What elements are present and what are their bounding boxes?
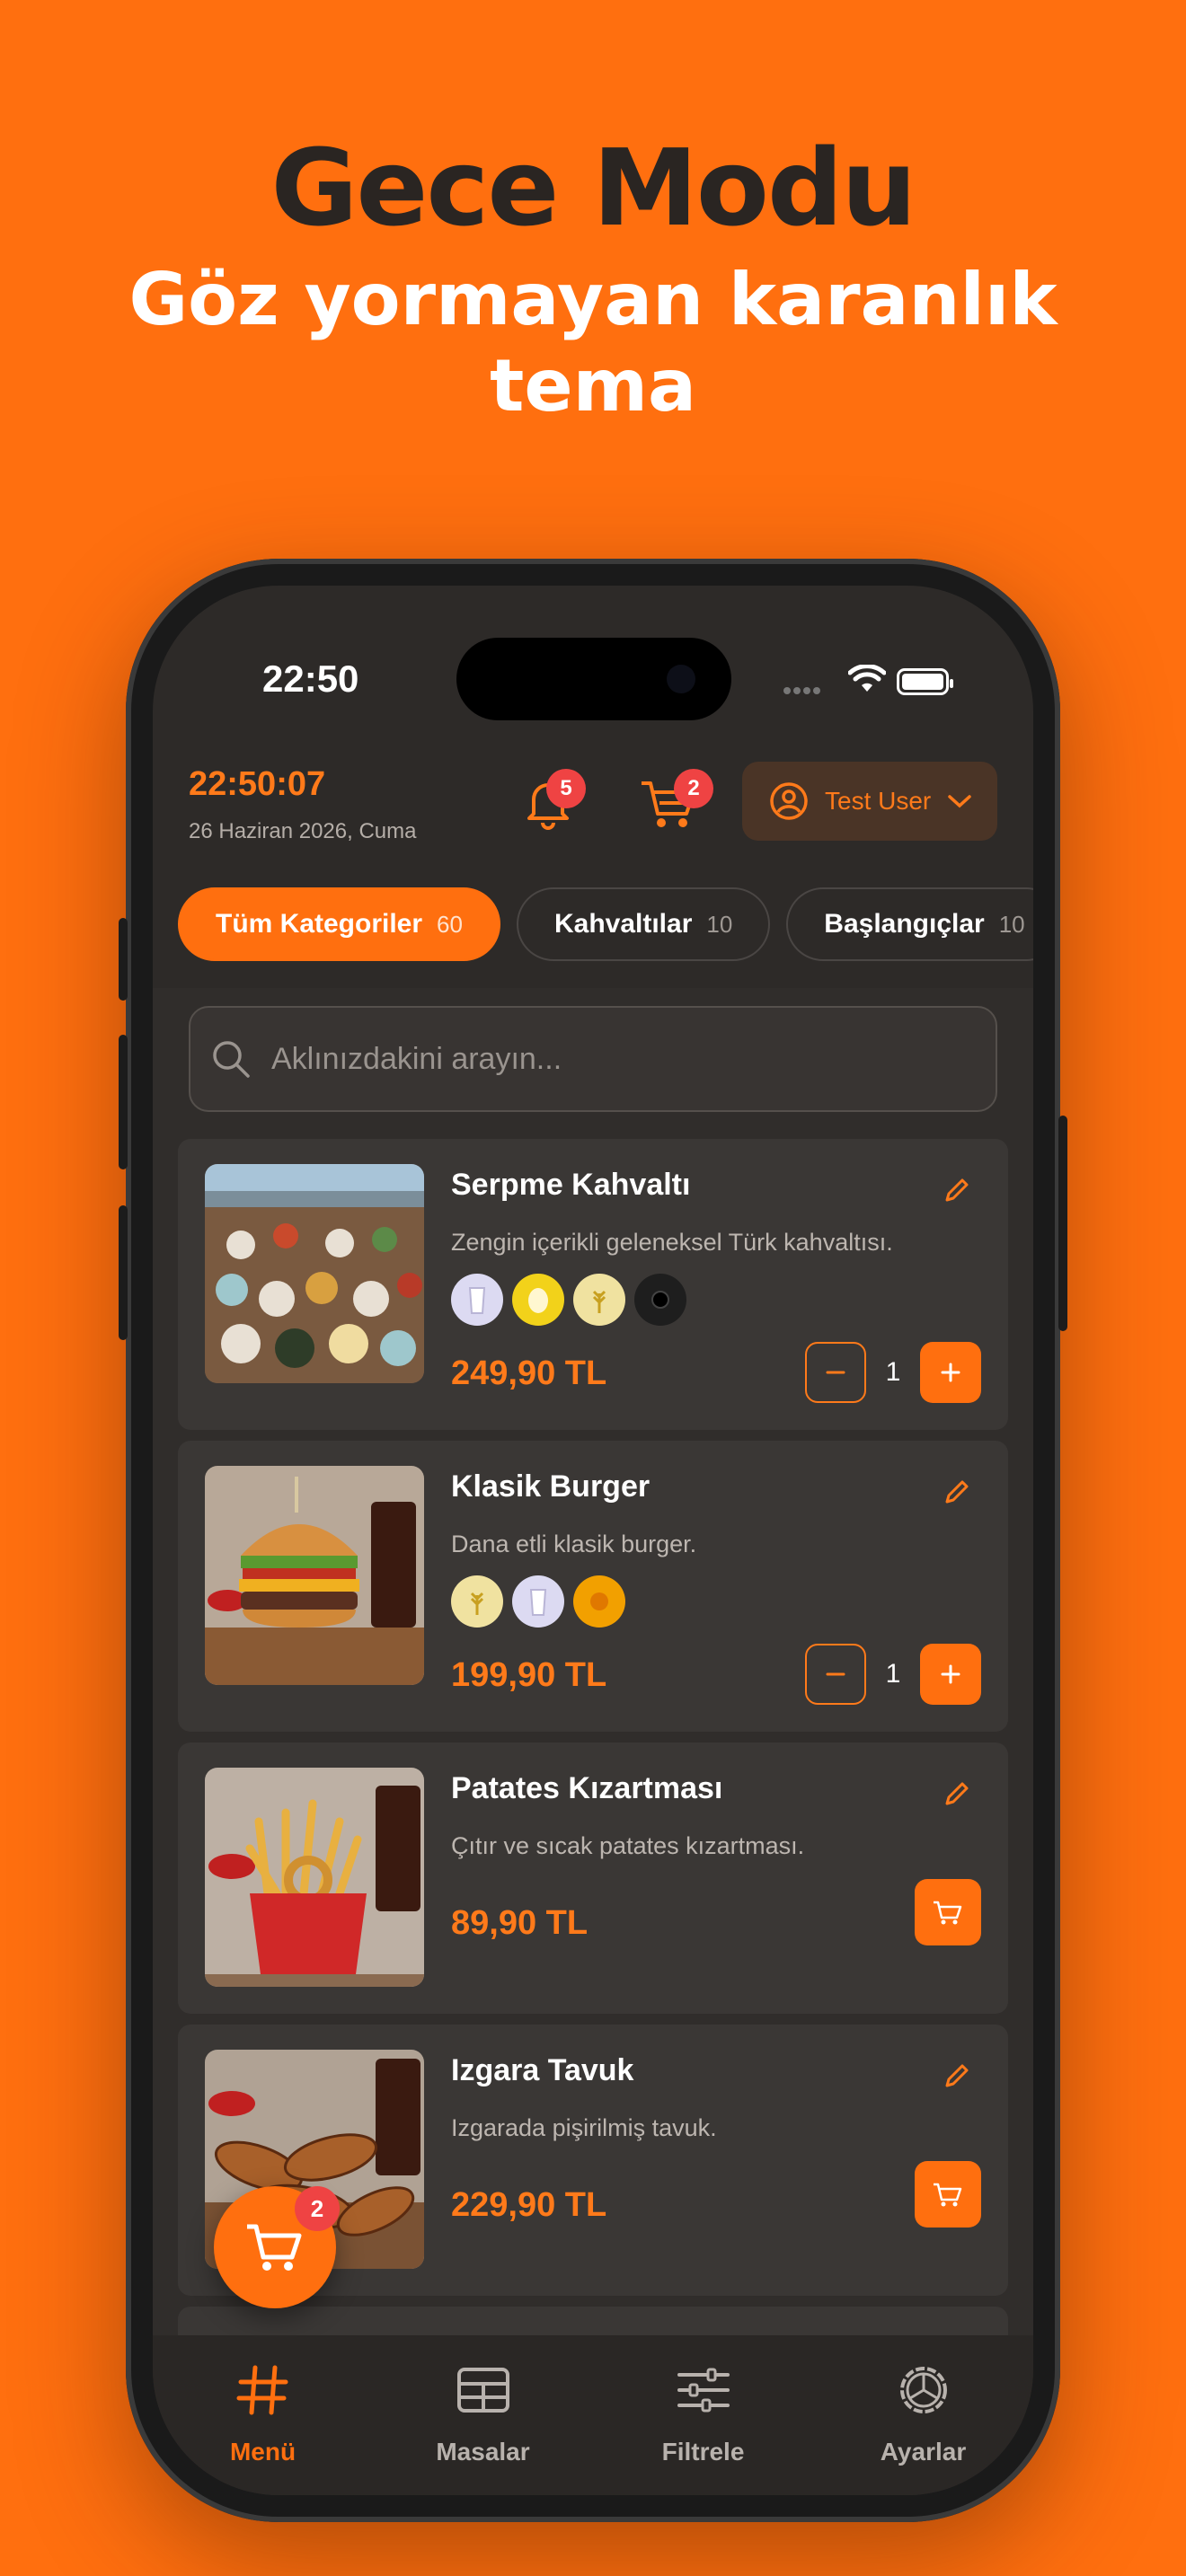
notifications-badge: 5 <box>546 769 586 808</box>
product-price: 229,90 TL <box>451 2186 607 2224</box>
quantity-value: 1 <box>885 1357 901 1387</box>
header-cart-button[interactable]: 2 <box>638 769 713 832</box>
settings-icon <box>900 2367 947 2413</box>
minus-icon <box>826 1371 845 1374</box>
plus-icon <box>941 1664 960 1684</box>
status-time: 22:50 <box>262 657 359 700</box>
tab-settings[interactable]: Ayarlar <box>813 2335 1033 2495</box>
tab-label: Masalar <box>436 2438 530 2466</box>
search-input[interactable]: Aklınızdakini arayın... <box>189 1006 997 1112</box>
bottom-tab-bar: Menü Masalar Filtrele Ayarlar <box>153 2335 1033 2495</box>
product-price: 89,90 TL <box>451 1904 589 1942</box>
floating-cart-badge: 2 <box>295 2186 340 2231</box>
allergen-list <box>451 1575 634 1628</box>
product-description: Zengin içerikli geleneksel Türk kahvaltı… <box>451 1229 893 1256</box>
battery-icon <box>897 668 953 695</box>
floating-cart-button[interactable]: 2 <box>214 2186 340 2308</box>
category-label: Başlangıçlar <box>824 909 985 939</box>
cart-icon <box>934 1901 962 1925</box>
minus-icon <box>826 1672 845 1676</box>
cart-icon <box>934 2183 962 2207</box>
edit-icon[interactable] <box>942 1175 972 1205</box>
mustard-icon <box>573 1575 625 1628</box>
hero-subtitle: Göz yormayan karanlık tema <box>128 258 1058 428</box>
search-icon <box>213 1041 250 1078</box>
product-title: Serpme Kahvaltı <box>451 1168 691 1202</box>
decrease-button[interactable] <box>805 1342 866 1403</box>
category-label: Tüm Kategoriler <box>216 909 423 939</box>
sesame-icon <box>634 1274 686 1326</box>
status-bar: 22:50 <box>153 586 1033 720</box>
category-chip-kahvaltilar[interactable]: Kahvaltılar 10 <box>516 887 771 961</box>
milk-icon <box>451 1274 503 1326</box>
plus-icon <box>941 1363 960 1382</box>
table-grid-icon <box>457 2368 509 2413</box>
tab-label: Menü <box>229 2438 296 2466</box>
add-to-cart-button[interactable] <box>915 2161 981 2228</box>
tab-menu[interactable]: Menü <box>153 2335 373 2495</box>
product-image <box>205 1466 424 1685</box>
product-price: 249,90 TL <box>451 1354 607 1392</box>
user-icon <box>770 782 808 820</box>
allergen-list <box>451 1274 695 1326</box>
category-chip-baslangiclar[interactable]: Başlangıçlar 10 <box>786 887 1033 961</box>
search-placeholder: Aklınızdakini arayın... <box>271 1041 562 1076</box>
current-date: 26 Haziran 2026, Cuma <box>189 819 417 843</box>
increase-button[interactable] <box>920 1342 981 1403</box>
edit-icon[interactable] <box>942 1477 972 1507</box>
quantity-value: 1 <box>885 1659 901 1689</box>
quantity-stepper: 1 <box>805 1644 981 1705</box>
category-count: 10 <box>706 910 733 938</box>
product-card[interactable]: Serpme Kahvaltı Zengin içerikli geleneks… <box>178 1139 1008 1430</box>
category-label: Kahvaltılar <box>553 909 693 939</box>
live-clock: 22:50:07 <box>189 765 326 803</box>
category-count: 10 <box>998 910 1025 938</box>
wifi-icon <box>848 665 886 692</box>
user-menu-button[interactable]: Test User <box>742 762 997 841</box>
signal-icon <box>783 683 823 699</box>
product-title: Izgara Tavuk <box>451 2053 634 2087</box>
tab-label: Ayarlar <box>880 2438 967 2466</box>
hash-icon <box>236 2365 288 2415</box>
category-tabs: Tüm Kategoriler 60 Kahvaltılar 10 Başlan… <box>178 887 1033 961</box>
user-name: Test User <box>825 787 932 815</box>
quantity-stepper: 1 <box>805 1342 981 1403</box>
dynamic-island <box>456 638 731 720</box>
tab-label: Filtrele <box>661 2438 745 2466</box>
tab-tables[interactable]: Masalar <box>373 2335 593 2495</box>
decrease-button[interactable] <box>805 1644 866 1705</box>
product-title: Klasik Burger <box>451 1469 651 1504</box>
add-to-cart-button[interactable] <box>915 1879 981 1945</box>
product-description: Çıtır ve sıcak patates kızartması. <box>451 1832 805 1859</box>
hero-title: Gece Modu <box>270 126 917 250</box>
increase-button[interactable] <box>920 1644 981 1705</box>
cart-badge: 2 <box>674 769 713 808</box>
category-chip-all[interactable]: Tüm Kategoriler 60 <box>178 887 500 961</box>
sliders-icon <box>677 2368 730 2413</box>
product-image <box>205 1768 424 1987</box>
product-image <box>205 1164 424 1383</box>
product-title: Patates Kızartması <box>451 1771 723 1805</box>
product-price: 199,90 TL <box>451 1656 607 1694</box>
chevron-down-icon <box>948 795 971 808</box>
product-list: Aklınızdakini arayın... Serpme Kahvaltı … <box>153 988 1033 2360</box>
milk-icon <box>512 1575 564 1628</box>
phone-frame: 22:50 22:50:07 26 Haziran 2026, Cuma 5 2… <box>119 559 1067 2522</box>
product-card[interactable]: Patates Kızartması Çıtır ve sıcak patate… <box>178 1742 1008 2014</box>
notifications-button[interactable]: 5 <box>519 769 586 832</box>
cart-icon <box>247 2224 302 2271</box>
edit-icon[interactable] <box>942 1778 972 1809</box>
product-description: Izgarada pişirilmiş tavuk. <box>451 2114 717 2141</box>
gluten-icon <box>573 1274 625 1326</box>
app-screen: 22:50 22:50:07 26 Haziran 2026, Cuma 5 2… <box>153 586 1033 2495</box>
edit-icon[interactable] <box>942 2060 972 2091</box>
tab-filter[interactable]: Filtrele <box>593 2335 813 2495</box>
product-card[interactable]: Klasik Burger Dana etli klasik burger. 1… <box>178 1441 1008 1732</box>
product-description: Dana etli klasik burger. <box>451 1531 697 1557</box>
category-count: 60 <box>437 910 463 938</box>
gluten-icon <box>451 1575 503 1628</box>
egg-icon <box>512 1274 564 1326</box>
